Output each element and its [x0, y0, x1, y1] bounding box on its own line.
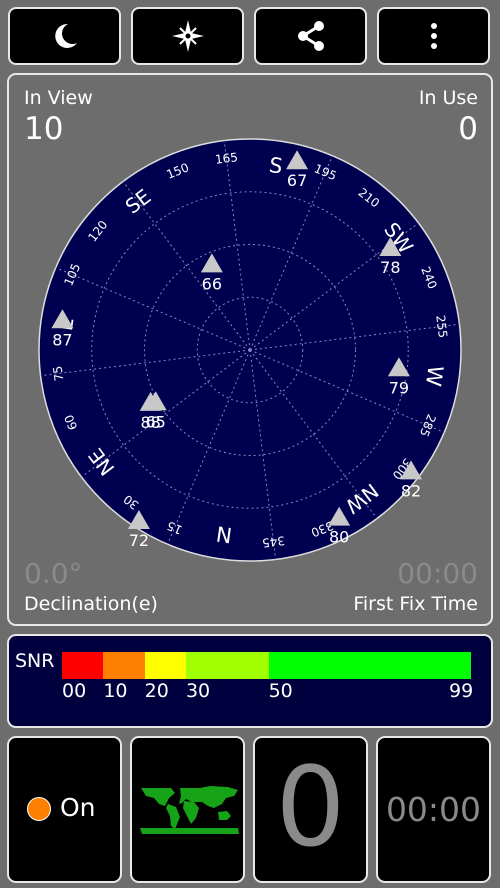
snr-segment — [185, 652, 269, 679]
satellite-id: 78 — [380, 258, 400, 277]
snr-segment — [103, 652, 145, 679]
gps-status-dot — [27, 797, 51, 821]
snr-tick-label: 10 — [103, 680, 128, 702]
satellites-used-count: 0 — [275, 743, 346, 871]
snr-tick-label: 99 — [449, 680, 474, 702]
cardinal-label-n: N — [215, 521, 234, 547]
snr-legend: SNR 00 10 20 30 50 99 — [7, 634, 493, 728]
snr-label: SNR — [15, 650, 55, 672]
snr-tick-label: 50 — [268, 680, 293, 702]
satellite-id: 82 — [401, 481, 421, 500]
gps-status-card[interactable]: On — [7, 736, 122, 883]
degree-label: 75 — [51, 365, 67, 382]
satellite-id: 79 — [389, 378, 409, 397]
cardinal-label-w: W — [421, 364, 448, 388]
snr-tick-label: 20 — [144, 680, 169, 702]
satellite-id: 67 — [287, 171, 307, 190]
degree-label: 345 — [261, 533, 285, 550]
degree-label: 165 — [214, 150, 238, 167]
world-map-card[interactable] — [130, 736, 245, 883]
snr-tick-label: 30 — [185, 680, 211, 702]
satellite-id: 72 — [129, 531, 149, 550]
satellite-id: 88 — [140, 413, 160, 432]
degree-label: 255 — [433, 314, 450, 338]
world-map-icon — [140, 786, 239, 834]
snr-segment — [268, 652, 471, 679]
satellite-id: 87 — [52, 330, 72, 349]
time-card[interactable]: 00:00 — [376, 736, 491, 883]
satellites-used-card[interactable]: 0 — [253, 736, 368, 883]
snr-segment — [62, 652, 104, 679]
time-value: 00:00 — [385, 790, 482, 829]
snr-segment — [144, 652, 186, 679]
satellite-id: 66 — [202, 274, 222, 293]
snr-tick-label: 00 — [62, 680, 87, 702]
gps-status-text: On — [60, 793, 96, 822]
satellite-id: 80 — [329, 528, 349, 547]
